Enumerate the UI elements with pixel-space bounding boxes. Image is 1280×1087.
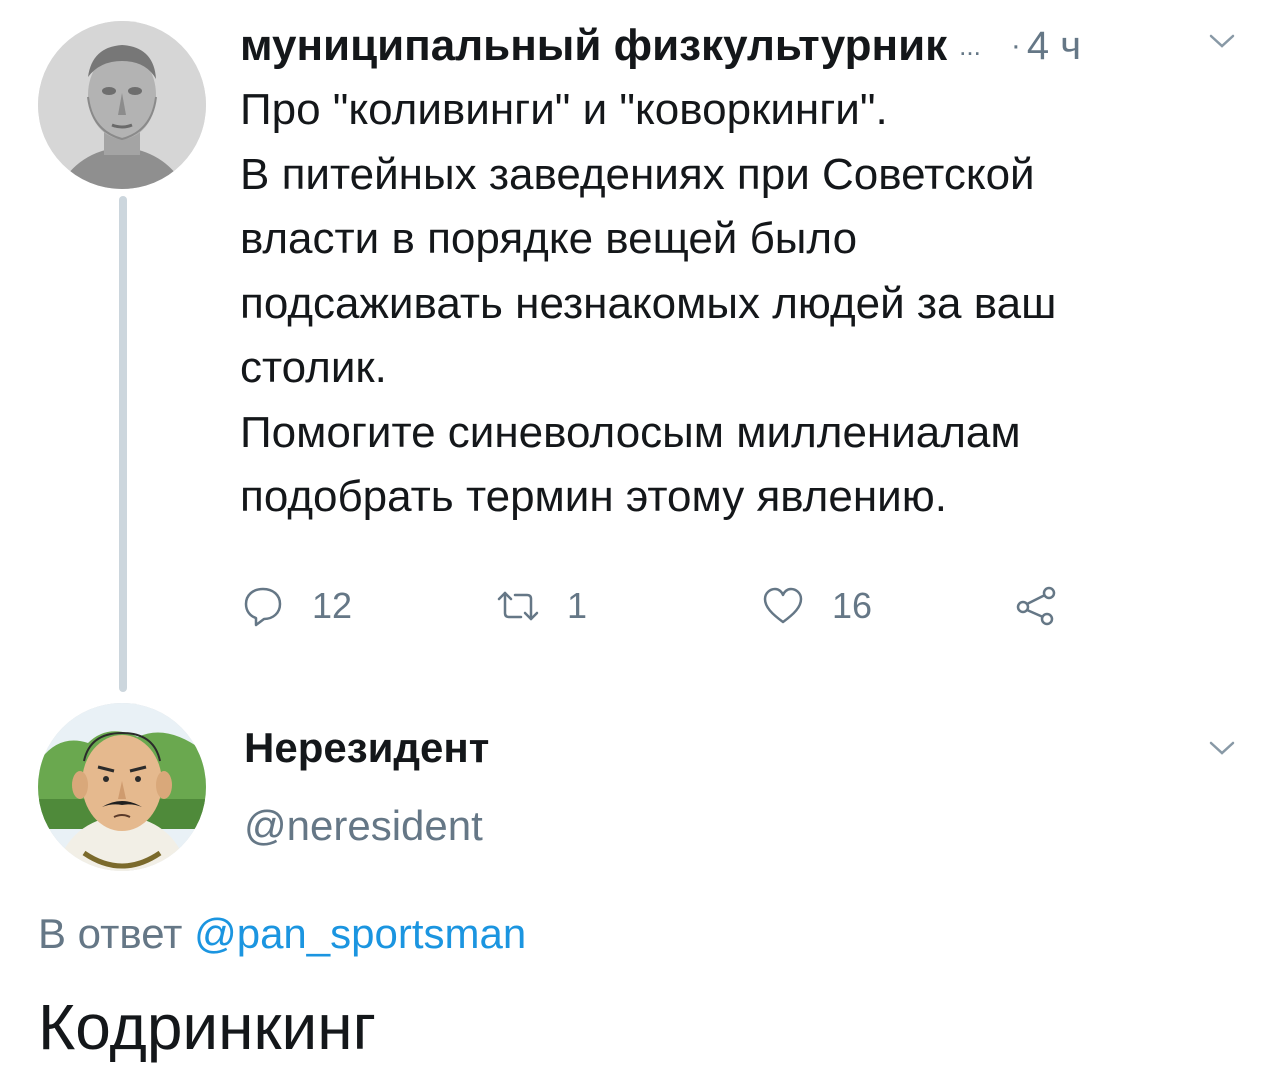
tweet-text-line: столик. <box>240 343 387 392</box>
share-icon <box>1016 586 1056 626</box>
action-bar: 12 1 16 <box>242 578 1122 634</box>
name-overflow: ... <box>959 30 981 61</box>
chevron-down-icon[interactable] <box>1207 733 1237 763</box>
reply-icon <box>244 587 282 627</box>
tweet-text-line: Про "коливинги" и "коворкинги". <box>240 85 888 134</box>
avatar[interactable] <box>38 21 206 189</box>
reply-to-mention-link[interactable]: @pan_sportsman <box>194 910 526 957</box>
tweet-text-line: Помогите синеволосым миллениалам <box>240 407 1021 457</box>
roman-bust-avatar-image <box>38 21 206 189</box>
like-icon <box>763 587 803 624</box>
retweet-icon <box>497 591 539 621</box>
like-button[interactable]: 16 <box>762 578 872 634</box>
reply-author-name[interactable]: Нерезидент <box>244 724 489 772</box>
reply-context: В ответ @pan_sportsman <box>38 910 526 958</box>
author-name[interactable]: муниципальный физкультурник <box>240 21 947 71</box>
tweet-header: муниципальный физкультурник ... · 4 ч <box>240 18 1250 74</box>
reply-text: Кодринкинг <box>38 991 376 1063</box>
thread-line <box>119 196 127 692</box>
chevron-down-icon[interactable] <box>1207 26 1237 56</box>
reply-button[interactable]: 12 <box>242 578 352 634</box>
reply-count: 12 <box>312 585 353 626</box>
timestamp[interactable]: 4 ч <box>1027 24 1081 69</box>
tweet-text-line: подобрать термин этому явлению. <box>240 472 947 521</box>
reply-to-prefix: В ответ <box>38 910 183 957</box>
retweet-count: 1 <box>567 585 588 626</box>
tweet-text-line: подсаживать незнакомых людей за ваш <box>240 278 1057 328</box>
separator-dot: · <box>1010 29 1021 62</box>
avatar[interactable] <box>38 703 206 871</box>
cartoon-man-avatar-image <box>38 703 206 871</box>
tweet-text: Про "коливинги" и "коворкинги". В питейн… <box>240 78 1240 530</box>
like-count: 16 <box>832 585 873 626</box>
share-button[interactable] <box>1015 578 1057 634</box>
retweet-button[interactable]: 1 <box>497 578 587 634</box>
reply-author-handle[interactable]: @neresident <box>244 802 483 850</box>
tweet-text-line: власти в порядке вещей было <box>240 214 858 263</box>
tweet-text-line: В питейных заведениях при Советской <box>240 149 1035 199</box>
